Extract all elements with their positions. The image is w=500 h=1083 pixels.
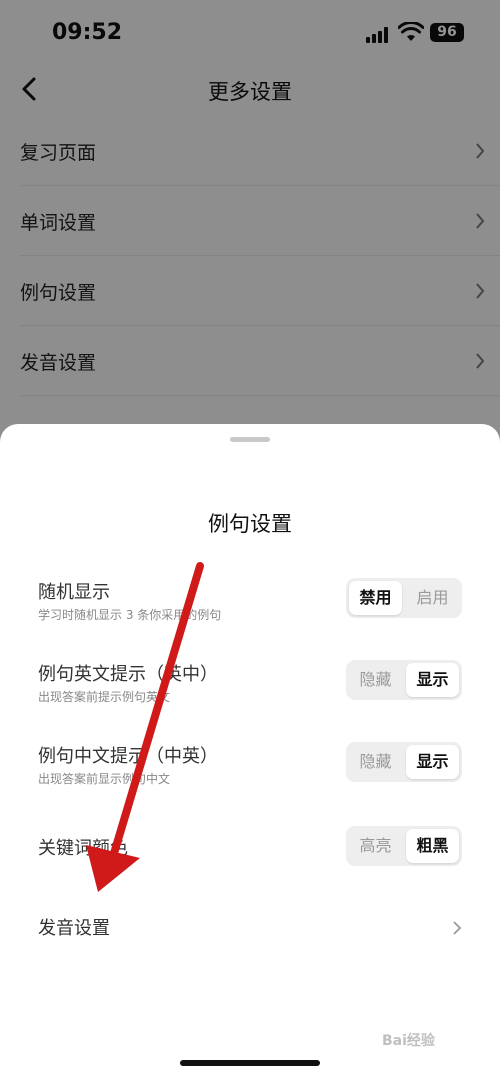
segment-enable[interactable]: 启用 — [406, 581, 459, 615]
segmented-control: 禁用 启用 — [346, 578, 462, 618]
option-description: 出现答案前提示例句英文 — [38, 690, 171, 704]
option-name: 随机显示 — [38, 582, 110, 603]
watermark: Bai经验 — [382, 1033, 435, 1049]
option-description: 出现答案前显示例句中文 — [38, 772, 171, 786]
drag-handle[interactable] — [230, 437, 270, 442]
option-name: 例句中文提示（中英） — [38, 746, 218, 767]
bottom-sheet: 例句设置 随机显示 学习时随机显示 3 条你采用的例句 禁用 启用 例句英文提示… — [0, 424, 500, 1083]
segment-hide[interactable]: 隐藏 — [349, 663, 402, 697]
segmented-control: 隐藏 显示 — [346, 660, 462, 700]
segment-bold-black[interactable]: 粗黑 — [406, 829, 459, 863]
option-keyword-color: 关键词颜色 高亮 粗黑 — [38, 826, 462, 870]
segment-hide[interactable]: 隐藏 — [349, 745, 402, 779]
segment-highlight[interactable]: 高亮 — [349, 829, 402, 863]
segmented-control: 高亮 粗黑 — [346, 826, 462, 866]
option-english-hint: 例句英文提示（英中） 出现答案前提示例句英文 隐藏 显示 — [38, 660, 462, 704]
segment-disable[interactable]: 禁用 — [349, 581, 402, 615]
option-description: 学习时随机显示 3 条你采用的例句 — [38, 608, 222, 622]
option-name: 关键词颜色 — [38, 838, 128, 859]
segment-show[interactable]: 显示 — [406, 745, 459, 779]
option-chinese-hint: 例句中文提示（中英） 出现答案前显示例句中文 隐藏 显示 — [38, 742, 462, 786]
chevron-right-icon — [453, 921, 462, 935]
pronunciation-settings-row[interactable]: 发音设置 — [38, 914, 462, 944]
option-name: 例句英文提示（英中） — [38, 664, 218, 685]
segmented-control: 隐藏 显示 — [346, 742, 462, 782]
sheet-title: 例句设置 — [208, 512, 292, 536]
home-indicator — [180, 1060, 320, 1066]
row-label: 发音设置 — [38, 918, 110, 939]
segment-show[interactable]: 显示 — [406, 663, 459, 697]
option-random-display: 随机显示 学习时随机显示 3 条你采用的例句 禁用 启用 — [38, 578, 462, 622]
